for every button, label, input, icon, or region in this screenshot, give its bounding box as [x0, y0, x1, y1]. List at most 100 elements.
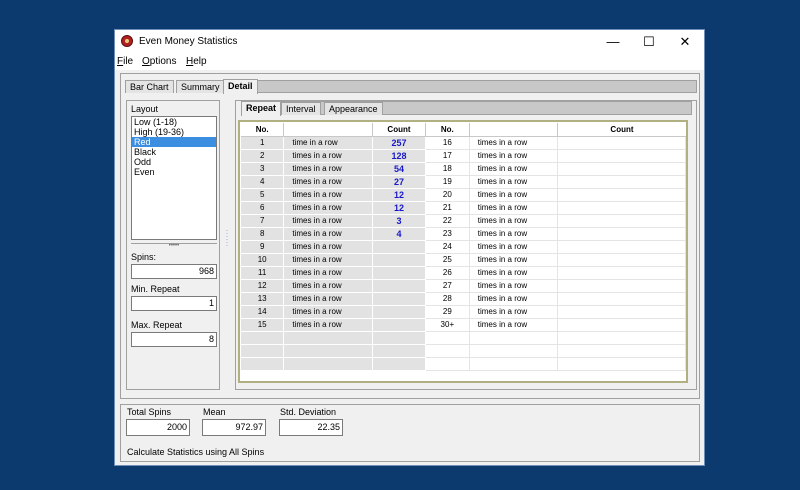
- total-spins-field[interactable]: 2000: [126, 419, 190, 436]
- table-row[interactable]: 11 times in a row 26 times in a row: [241, 266, 686, 280]
- layout-item-low[interactable]: Low (1-18): [132, 117, 216, 127]
- cell-left-text[interactable]: [283, 331, 374, 345]
- cell-left-no[interactable]: 14: [241, 305, 285, 319]
- cell-left-count[interactable]: 3: [372, 214, 426, 228]
- cell-right-text[interactable]: times in a row: [469, 214, 559, 228]
- cell-left-text[interactable]: times in a row: [283, 149, 374, 163]
- subtab-repeat[interactable]: Repeat: [241, 101, 282, 116]
- cell-left-no[interactable]: 3: [241, 162, 285, 176]
- table-row[interactable]: 10 times in a row 25 times in a row: [241, 253, 686, 267]
- cell-right-count[interactable]: [557, 305, 686, 319]
- cell-right-count[interactable]: [557, 214, 686, 228]
- spins-field[interactable]: 968: [131, 264, 217, 279]
- cell-right-text[interactable]: times in a row: [469, 240, 559, 254]
- cell-right-text[interactable]: times in a row: [469, 253, 559, 267]
- cell-left-no[interactable]: 9: [241, 240, 285, 254]
- cell-right-no[interactable]: 30+: [425, 318, 470, 332]
- cell-left-text[interactable]: times in a row: [283, 318, 374, 332]
- cell-left-no[interactable]: 8: [241, 227, 285, 241]
- cell-right-no[interactable]: 24: [425, 240, 470, 254]
- table-row[interactable]: 9 times in a row 24 times in a row: [241, 240, 686, 254]
- tab-bar-chart[interactable]: Bar Chart: [125, 80, 174, 93]
- cell-left-count[interactable]: 257: [372, 136, 426, 150]
- cell-left-text[interactable]: times in a row: [283, 175, 374, 189]
- cell-left-text[interactable]: time in a row: [283, 136, 374, 150]
- cell-right-no[interactable]: 27: [425, 279, 470, 293]
- cell-left-text[interactable]: times in a row: [283, 214, 374, 228]
- cell-left-no[interactable]: [241, 344, 285, 358]
- table-row[interactable]: [241, 331, 686, 345]
- cell-left-text[interactable]: times in a row: [283, 201, 374, 215]
- cell-right-count[interactable]: [557, 253, 686, 267]
- cell-left-count[interactable]: 12: [372, 188, 426, 202]
- cell-left-no[interactable]: 13: [241, 292, 285, 306]
- cell-left-no[interactable]: [241, 357, 285, 371]
- cell-right-no[interactable]: 22: [425, 214, 470, 228]
- tab-summary[interactable]: Summary: [176, 80, 225, 93]
- panel-splitter[interactable]: :::: [226, 229, 229, 250]
- repeat-grid[interactable]: No. Count No. Count 1 time in a row 257 16 t…: [238, 120, 688, 383]
- cell-left-count[interactable]: [372, 331, 426, 345]
- cell-left-no[interactable]: 10: [241, 253, 285, 267]
- cell-left-text[interactable]: times in a row: [283, 162, 374, 176]
- title-bar[interactable]: Even Money Statistics — ☐ ✕: [115, 30, 704, 54]
- cell-right-no[interactable]: 18: [425, 162, 470, 176]
- cell-left-text[interactable]: [283, 357, 374, 371]
- cell-right-text[interactable]: times in a row: [469, 227, 559, 241]
- cell-right-count[interactable]: [557, 292, 686, 306]
- cell-left-text[interactable]: times in a row: [283, 292, 374, 306]
- cell-right-text[interactable]: times in a row: [469, 279, 559, 293]
- cell-left-text[interactable]: times in a row: [283, 188, 374, 202]
- cell-left-count[interactable]: [372, 344, 426, 358]
- cell-right-text[interactable]: [469, 331, 559, 345]
- subtab-appearance[interactable]: Appearance: [324, 102, 383, 115]
- table-row[interactable]: 4 times in a row 27 19 times in a row: [241, 175, 686, 189]
- cell-right-count[interactable]: [557, 227, 686, 241]
- minimize-icon[interactable]: —: [595, 30, 631, 54]
- cell-right-text[interactable]: times in a row: [469, 305, 559, 319]
- std-deviation-field[interactable]: 22.35: [279, 419, 343, 436]
- cell-right-no[interactable]: [425, 357, 470, 371]
- cell-left-count[interactable]: 12: [372, 201, 426, 215]
- cell-left-count[interactable]: 128: [372, 149, 426, 163]
- menu-options[interactable]: Options: [142, 56, 176, 67]
- cell-left-count[interactable]: [372, 305, 426, 319]
- menu-file[interactable]: File: [117, 56, 133, 67]
- cell-right-no[interactable]: 29: [425, 305, 470, 319]
- cell-right-no[interactable]: 19: [425, 175, 470, 189]
- cell-right-no[interactable]: 16: [425, 136, 470, 150]
- cell-right-no[interactable]: 26: [425, 266, 470, 280]
- cell-right-text[interactable]: times in a row: [469, 318, 559, 332]
- cell-left-count[interactable]: 54: [372, 162, 426, 176]
- table-row[interactable]: 6 times in a row 12 21 times in a row: [241, 201, 686, 215]
- cell-right-count[interactable]: [557, 149, 686, 163]
- cell-left-count[interactable]: [372, 266, 426, 280]
- subtab-interval[interactable]: Interval: [281, 102, 321, 115]
- cell-right-text[interactable]: times in a row: [469, 175, 559, 189]
- tab-detail[interactable]: Detail: [223, 79, 258, 94]
- cell-left-text[interactable]: times in a row: [283, 253, 374, 267]
- cell-left-count[interactable]: 27: [372, 175, 426, 189]
- table-row[interactable]: 15 times in a row 30+ times in a row: [241, 318, 686, 332]
- close-icon[interactable]: ✕: [667, 30, 703, 54]
- cell-right-text[interactable]: times in a row: [469, 188, 559, 202]
- cell-left-text[interactable]: times in a row: [283, 305, 374, 319]
- cell-left-count[interactable]: 4: [372, 227, 426, 241]
- cell-right-no[interactable]: [425, 331, 470, 345]
- layout-item-red[interactable]: Red: [132, 137, 216, 147]
- cell-left-text[interactable]: times in a row: [283, 227, 374, 241]
- cell-right-count[interactable]: [557, 201, 686, 215]
- cell-right-count[interactable]: [557, 331, 686, 345]
- min-repeat-field[interactable]: 1: [131, 296, 217, 311]
- cell-left-no[interactable]: 6: [241, 201, 285, 215]
- cell-right-text[interactable]: times in a row: [469, 292, 559, 306]
- cell-left-no[interactable]: 12: [241, 279, 285, 293]
- maximize-icon[interactable]: ☐: [631, 30, 667, 54]
- cell-right-count[interactable]: [557, 136, 686, 150]
- cell-right-text[interactable]: [469, 357, 559, 371]
- cell-left-no[interactable]: 5: [241, 188, 285, 202]
- cell-right-no[interactable]: [425, 344, 470, 358]
- layout-listbox[interactable]: Low (1-18) High (19-36) Red Black Odd Ev…: [131, 116, 217, 240]
- layout-item-black[interactable]: Black: [132, 147, 216, 157]
- cell-left-no[interactable]: 15: [241, 318, 285, 332]
